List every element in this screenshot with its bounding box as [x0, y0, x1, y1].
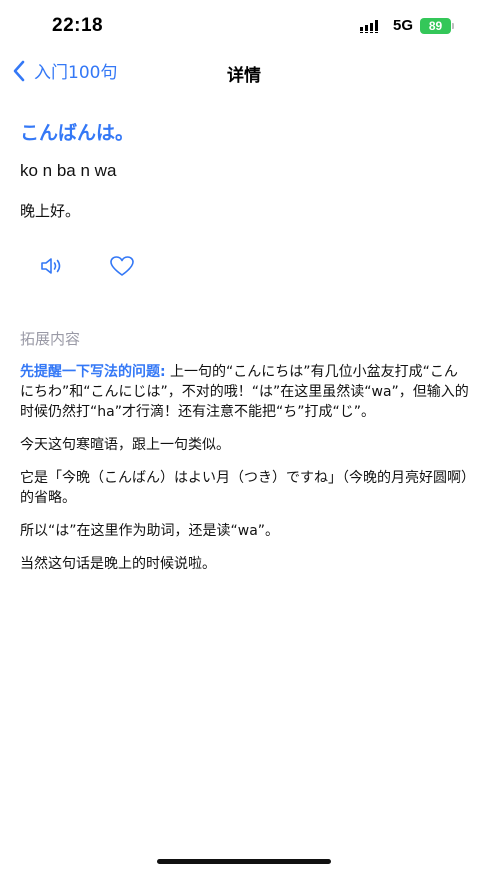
phrase-meaning: 晚上好。: [20, 202, 81, 220]
content-paragraph: 所以“は”在这里作为助词，还是读“wa”。: [20, 523, 280, 539]
battery-level: 89: [420, 17, 451, 34]
battery-icon: 89: [420, 17, 454, 34]
page-title: 详情: [227, 66, 261, 86]
home-indicator: [157, 859, 331, 864]
extended-content: 先提醒一下写法的问题: 上一句的“こんにちは”有几位小盆友打成“こんにちわ”和“…: [20, 362, 470, 587]
phrase-romaji: ko n ba n wa: [20, 161, 117, 180]
status-time: 22:18: [52, 15, 104, 36]
content-paragraph: 先提醒一下写法的问题: 上一句的“こんにちは”有几位小盆友打成“こんにちわ”和“…: [20, 362, 470, 422]
content-paragraph: 它是「今晩（こんばん）はよい月（つき）ですね」（今晚的月亮好圆啊）的省略。: [20, 470, 468, 506]
content-highlight: 先提醒一下写法的问题:: [20, 364, 166, 380]
signal-icon: [359, 19, 378, 33]
status-bar: 22:18 5G 89: [0, 0, 488, 50]
section-title: 拓展内容: [20, 330, 81, 348]
play-audio-button[interactable]: [38, 253, 66, 279]
speaker-icon: [41, 258, 61, 274]
network-label: 5G: [392, 17, 413, 34]
content-paragraph: 今天这句寒暄语，跟上一句类似。: [20, 437, 230, 453]
phrase-actions: [38, 253, 136, 279]
navigation-bar: 入门100句 详情: [0, 52, 488, 92]
heart-icon: [110, 256, 134, 276]
favorite-button[interactable]: [108, 253, 136, 279]
content-paragraph: 当然这句话是晚上的时候说啦。: [20, 556, 216, 572]
status-indicators: 5G 89: [359, 17, 454, 34]
phrase-japanese: こんばんは。: [20, 122, 135, 144]
